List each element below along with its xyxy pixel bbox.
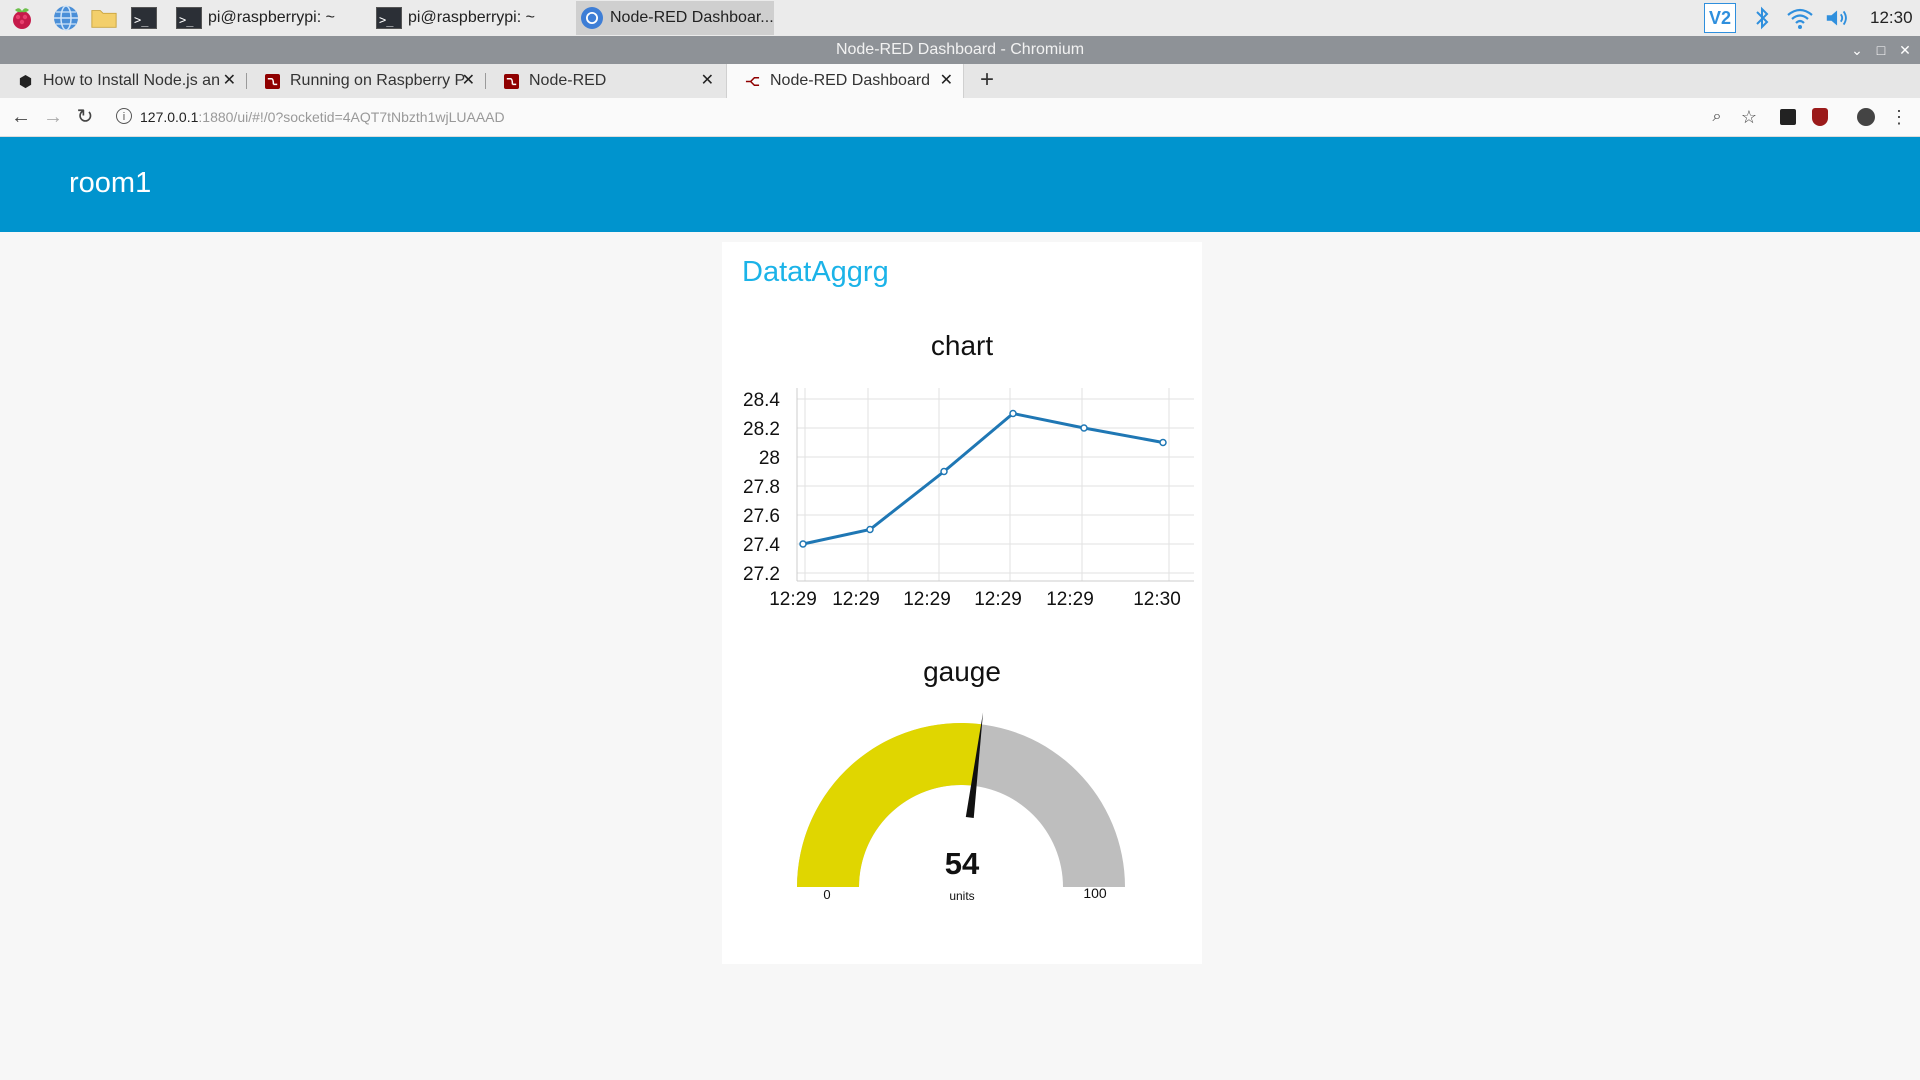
chart-axes: 28.4 28.2 28 27.8 27.6 27.4 27.2 12:29 12:29 12:2… bbox=[743, 388, 1194, 610]
bluetooth-icon[interactable] bbox=[1748, 4, 1776, 32]
gauge-widget: gauge 54 units 0 100 bbox=[797, 656, 1125, 903]
task-label: Node-RED Dashboar... bbox=[610, 9, 774, 26]
menu-kebab-icon[interactable]: ⋮ bbox=[1886, 104, 1912, 130]
gauge-value: 54 bbox=[945, 846, 980, 881]
line-chart: chart 28.4 28.2 28 27.8 27.6 27.4 27.2 12:29 12:… bbox=[743, 332, 1194, 610]
chart-y-tick-label: 28 bbox=[759, 448, 780, 469]
gauge-title: gauge bbox=[923, 656, 1001, 687]
window-titlebar: Node-RED Dashboard - Chromium ⌄ □ ✕ bbox=[0, 36, 1920, 64]
url-field[interactable]: 127.0.0.1:1880/ui/#!/0?socketid=4AQT7tNb… bbox=[140, 98, 505, 136]
chart-title: chart bbox=[931, 332, 993, 361]
node-red-flow-icon bbox=[745, 76, 760, 86]
close-tab-icon[interactable]: ✕ bbox=[940, 64, 953, 98]
chart-data-point bbox=[1080, 424, 1088, 432]
tab-running-raspberry[interactable]: Running on Raspberry P ✕ bbox=[247, 64, 485, 98]
chart-x-tick-label: 12:29 bbox=[1046, 589, 1094, 610]
forward-icon[interactable]: → bbox=[40, 104, 66, 130]
ublock-icon[interactable] bbox=[1812, 108, 1828, 126]
dashboard-header: room1 bbox=[0, 137, 1920, 232]
gauge-min-label: 0 bbox=[823, 887, 830, 902]
node-red-icon bbox=[265, 73, 280, 89]
chart-data-point bbox=[799, 540, 807, 548]
bookmark-star-icon[interactable]: ☆ bbox=[1736, 104, 1762, 130]
wifi-icon[interactable] bbox=[1786, 4, 1814, 32]
raspberry-menu-icon[interactable] bbox=[8, 4, 36, 32]
terminal-icon: >_ bbox=[376, 7, 402, 29]
chart-x-tick-label: 12:29 bbox=[832, 589, 880, 610]
globe-icon[interactable] bbox=[52, 4, 80, 32]
chart-grid bbox=[797, 388, 1194, 581]
tab-label: How to Install Node.js an bbox=[43, 72, 219, 89]
chart-y-tick-label: 28.2 bbox=[743, 419, 780, 440]
chart-series-line bbox=[802, 411, 1164, 546]
gauge-units: units bbox=[949, 889, 974, 903]
close-window-icon[interactable]: ✕ bbox=[1894, 36, 1916, 64]
chart-y-tick-label: 27.2 bbox=[743, 564, 780, 585]
tab-label: Running on Raspberry P bbox=[290, 72, 466, 89]
taskbar-task-chromium[interactable]: Node-RED Dashboar... bbox=[576, 1, 774, 35]
new-tab-button[interactable]: + bbox=[976, 64, 998, 98]
task-label: pi@raspberrypi: ~ bbox=[208, 9, 335, 26]
os-taskbar: >_ >_ pi@raspberrypi: ~ >_ pi@raspberryp… bbox=[0, 0, 1920, 37]
taskbar-task-terminal-2[interactable]: >_ pi@raspberrypi: ~ bbox=[372, 1, 562, 35]
chart-y-tick-label: 27.8 bbox=[743, 477, 780, 498]
chart-x-tick-label: 12:29 bbox=[769, 589, 817, 610]
chart-x-tick-label: 12:29 bbox=[974, 589, 1022, 610]
terminal-icon[interactable]: >_ bbox=[130, 4, 158, 32]
chart-y-tick-label: 27.6 bbox=[743, 506, 780, 527]
node-red-icon bbox=[504, 73, 519, 89]
tab-node-red[interactable]: Node-RED ✕ bbox=[486, 64, 724, 98]
tab-node-red-dashboard[interactable]: Node-RED Dashboard ✕ bbox=[726, 64, 964, 98]
profile-icon[interactable] bbox=[1857, 108, 1875, 126]
close-tab-icon[interactable]: ✕ bbox=[223, 64, 236, 98]
chromium-icon bbox=[581, 7, 603, 29]
maximize-icon[interactable]: □ bbox=[1870, 36, 1892, 64]
zoom-icon[interactable]: ⌕ bbox=[1704, 104, 1730, 130]
clock: 12:30 bbox=[1870, 8, 1913, 27]
chart-data-point bbox=[866, 525, 874, 534]
chart-y-tick-label: 27.4 bbox=[743, 535, 780, 556]
tab-label: Node-RED bbox=[529, 72, 607, 89]
extension-icon[interactable] bbox=[1780, 109, 1796, 125]
dashboard-group-card: DatatAggrg chart 28.4 28.2 28 27.8 27.6 27.4 2… bbox=[722, 242, 1202, 964]
chart-x-tick-label: 12:30 bbox=[1133, 589, 1181, 610]
chart-data-point bbox=[1009, 409, 1017, 418]
chart-x-tick-label: 12:29 bbox=[903, 589, 951, 610]
tab-label: Node-RED Dashboard bbox=[770, 72, 931, 89]
group-title: DatatAggrg bbox=[742, 256, 889, 288]
close-tab-icon[interactable]: ✕ bbox=[462, 64, 475, 98]
chart-data-point bbox=[1159, 438, 1167, 447]
chart-data-point bbox=[940, 467, 948, 476]
page-title: room1 bbox=[69, 167, 152, 199]
minimize-icon[interactable]: ⌄ bbox=[1846, 36, 1868, 64]
task-label: pi@raspberrypi: ~ bbox=[408, 9, 535, 26]
browser-toolbar: ← → ↻ i 127.0.0.1:1880/ui/#!/0?socketid=… bbox=[0, 98, 1920, 137]
site-info-icon[interactable]: i bbox=[116, 108, 132, 124]
tab-install-nodejs[interactable]: How to Install Node.js an ✕ bbox=[0, 64, 246, 98]
taskbar-task-terminal-1[interactable]: >_ pi@raspberrypi: ~ bbox=[172, 1, 362, 35]
nodejs-hex-icon bbox=[19, 74, 32, 88]
vnc-icon[interactable]: V2 bbox=[1704, 3, 1736, 33]
back-icon[interactable]: ← bbox=[8, 104, 34, 130]
folder-icon[interactable] bbox=[90, 4, 118, 32]
gauge-max-label: 100 bbox=[1083, 885, 1107, 901]
chart-y-tick-label: 28.4 bbox=[743, 390, 780, 411]
volume-icon[interactable] bbox=[1824, 4, 1852, 32]
window-title: Node-RED Dashboard - Chromium bbox=[835, 41, 1085, 58]
chart-points bbox=[799, 409, 1167, 548]
terminal-icon: >_ bbox=[176, 7, 202, 29]
browser-tabstrip: How to Install Node.js an ✕ Running on R… bbox=[0, 64, 1920, 98]
close-tab-icon[interactable]: ✕ bbox=[701, 64, 714, 98]
reload-icon[interactable]: ↻ bbox=[72, 104, 98, 130]
